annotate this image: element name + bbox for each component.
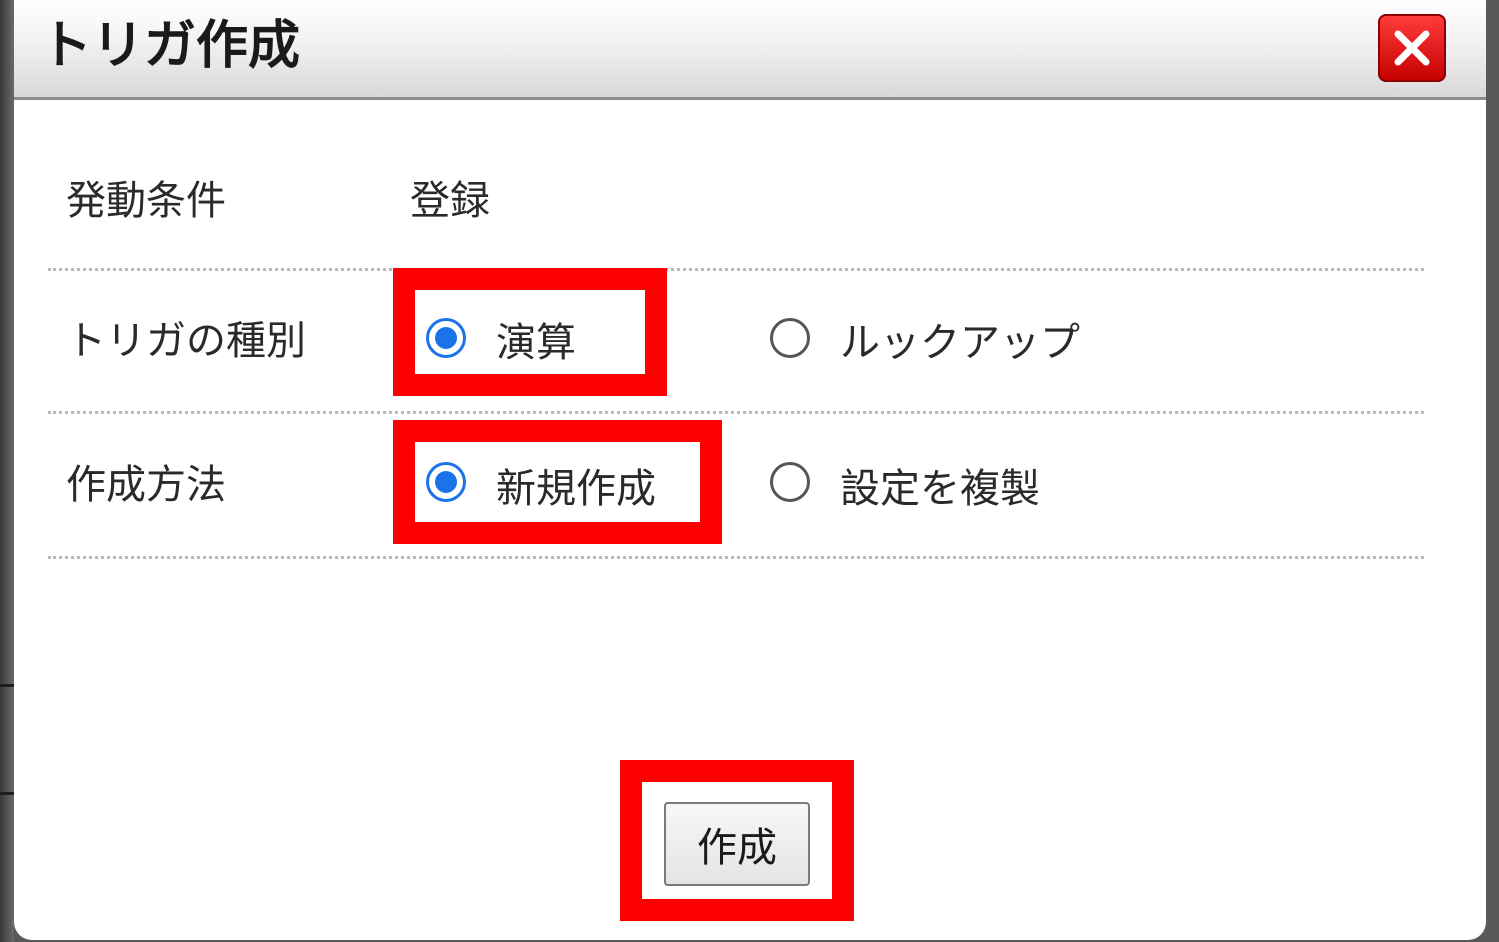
radio-new-label[interactable]: 新規作成 — [496, 464, 656, 514]
radio-new[interactable] — [426, 462, 466, 502]
condition-label: 発動条件 — [66, 178, 226, 224]
row-divider — [48, 556, 1424, 559]
radio-lookup-label[interactable]: ルックアップ — [840, 318, 1080, 368]
dialog-title: トリガ作成 — [40, 16, 301, 76]
trigger-type-label: トリガの種別 — [66, 318, 306, 364]
backdrop — [0, 0, 14, 942]
close-icon — [1394, 30, 1430, 66]
close-button[interactable] — [1378, 14, 1446, 82]
radio-duplicate-label[interactable]: 設定を複製 — [840, 464, 1040, 514]
radio-duplicate[interactable] — [770, 462, 810, 502]
dialog-titlebar: トリガ作成 — [14, 0, 1486, 100]
trigger-create-dialog: トリガ作成 発動条件 登録 トリガの種別 演算 ルックアップ 作成方法 新規作成… — [14, 0, 1486, 940]
row-divider — [48, 268, 1424, 271]
radio-lookup[interactable] — [770, 318, 810, 358]
backdrop-line — [0, 684, 14, 687]
create-button[interactable]: 作成 — [664, 802, 810, 886]
method-label: 作成方法 — [66, 462, 226, 508]
backdrop-line — [0, 792, 14, 795]
row-divider — [48, 411, 1424, 414]
condition-value: 登録 — [410, 178, 490, 224]
radio-calculation-label[interactable]: 演算 — [496, 318, 576, 368]
radio-calculation[interactable] — [426, 318, 466, 358]
